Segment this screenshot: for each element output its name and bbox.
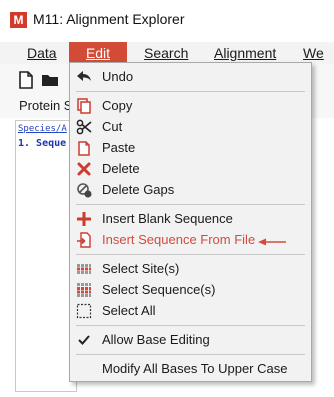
insert-file-icon (76, 232, 92, 248)
select-sites-icon (76, 261, 92, 277)
menu-separator (76, 325, 305, 326)
paste-icon (76, 140, 92, 156)
select-sequences-icon (76, 282, 92, 298)
menu-item-paste-label: Paste (102, 140, 136, 155)
menu-separator (76, 354, 305, 355)
menu-item-paste[interactable]: Paste (70, 138, 311, 158)
alignment-grid[interactable]: Species/A 1. Seque (15, 120, 77, 392)
menu-item-delete[interactable]: Delete (70, 159, 311, 179)
menu-search-label: Search (144, 45, 189, 61)
menu-data-label: Data (27, 45, 57, 61)
sequence-type-label: Protein S (19, 98, 73, 113)
menu-item-select-sites[interactable]: Select Site(s) (70, 259, 311, 279)
menu-item-delete-gaps[interactable]: Delete Gaps (70, 180, 311, 200)
menu-separator (76, 204, 305, 205)
undo-icon (76, 69, 92, 85)
menu-item-select-all-label: Select All (102, 303, 156, 318)
menu-item-insert-blank-sequence[interactable]: Insert Blank Sequence (70, 209, 311, 229)
menu-edit[interactable]: Edit (69, 42, 127, 64)
menu-item-cut[interactable]: Cut (70, 117, 311, 137)
window-title: M11: Alignment Explorer (33, 11, 185, 27)
menu-item-modify-upper-label: Modify All Bases To Upper Case (102, 361, 288, 376)
menu-alignment-label: Alignment (214, 45, 277, 61)
insert-blank-icon (76, 211, 92, 227)
menu-item-select-sequences[interactable]: Select Sequence(s) (70, 280, 311, 300)
menu-item-allow-base-editing-label: Allow Base Editing (102, 332, 210, 347)
annotation-arrow (258, 238, 286, 246)
edit-menu-dropdown: Undo Copy Cut Paste Delete Delete Gaps I… (69, 62, 312, 382)
menu-item-copy[interactable]: Copy (70, 96, 311, 116)
menu-item-select-all[interactable]: Select All (70, 301, 311, 321)
menu-item-cut-label: Cut (102, 119, 123, 134)
copy-icon (76, 98, 92, 114)
menu-data[interactable]: Data (27, 42, 57, 64)
menu-item-select-sequences-label: Select Sequence(s) (102, 282, 216, 297)
menu-item-insert-from-file-label: Insert Sequence From File (102, 232, 256, 247)
menu-item-modify-upper-case[interactable]: Modify All Bases To Upper Case (70, 359, 311, 379)
menu-item-select-sites-label: Select Site(s) (102, 261, 180, 276)
menu-item-allow-base-editing[interactable]: Allow Base Editing (70, 330, 311, 350)
menu-bar: Data Edit Search Alignment We (0, 42, 334, 64)
menu-web[interactable]: We (303, 42, 324, 64)
menu-item-undo-label: Undo (102, 69, 134, 84)
menu-web-label: We (303, 45, 324, 61)
cut-icon (76, 119, 92, 135)
menu-separator (76, 91, 305, 92)
grid-header-species[interactable]: Species/A (18, 124, 67, 134)
delete-gaps-icon (76, 182, 92, 198)
menu-item-insert-blank-label: Insert Blank Sequence (102, 211, 233, 226)
menu-item-delete-gaps-label: Delete Gaps (102, 182, 175, 197)
title-bar: M M11: Alignment Explorer (0, 0, 334, 38)
delete-icon (76, 161, 92, 177)
menu-item-delete-label: Delete (102, 161, 140, 176)
menu-edit-label: Edit (85, 45, 111, 61)
grid-row-1[interactable]: 1. Seque (18, 138, 66, 149)
app-icon: M (10, 12, 27, 28)
menu-separator (76, 254, 305, 255)
select-all-icon (76, 303, 92, 319)
menu-item-copy-label: Copy (102, 98, 133, 113)
menu-item-undo[interactable]: Undo (70, 67, 311, 87)
menu-alignment[interactable]: Alignment (214, 42, 276, 64)
new-file-icon[interactable] (16, 70, 36, 90)
menu-search[interactable]: Search (144, 42, 188, 64)
checkmark-icon (76, 332, 92, 348)
open-folder-icon[interactable] (40, 70, 60, 90)
